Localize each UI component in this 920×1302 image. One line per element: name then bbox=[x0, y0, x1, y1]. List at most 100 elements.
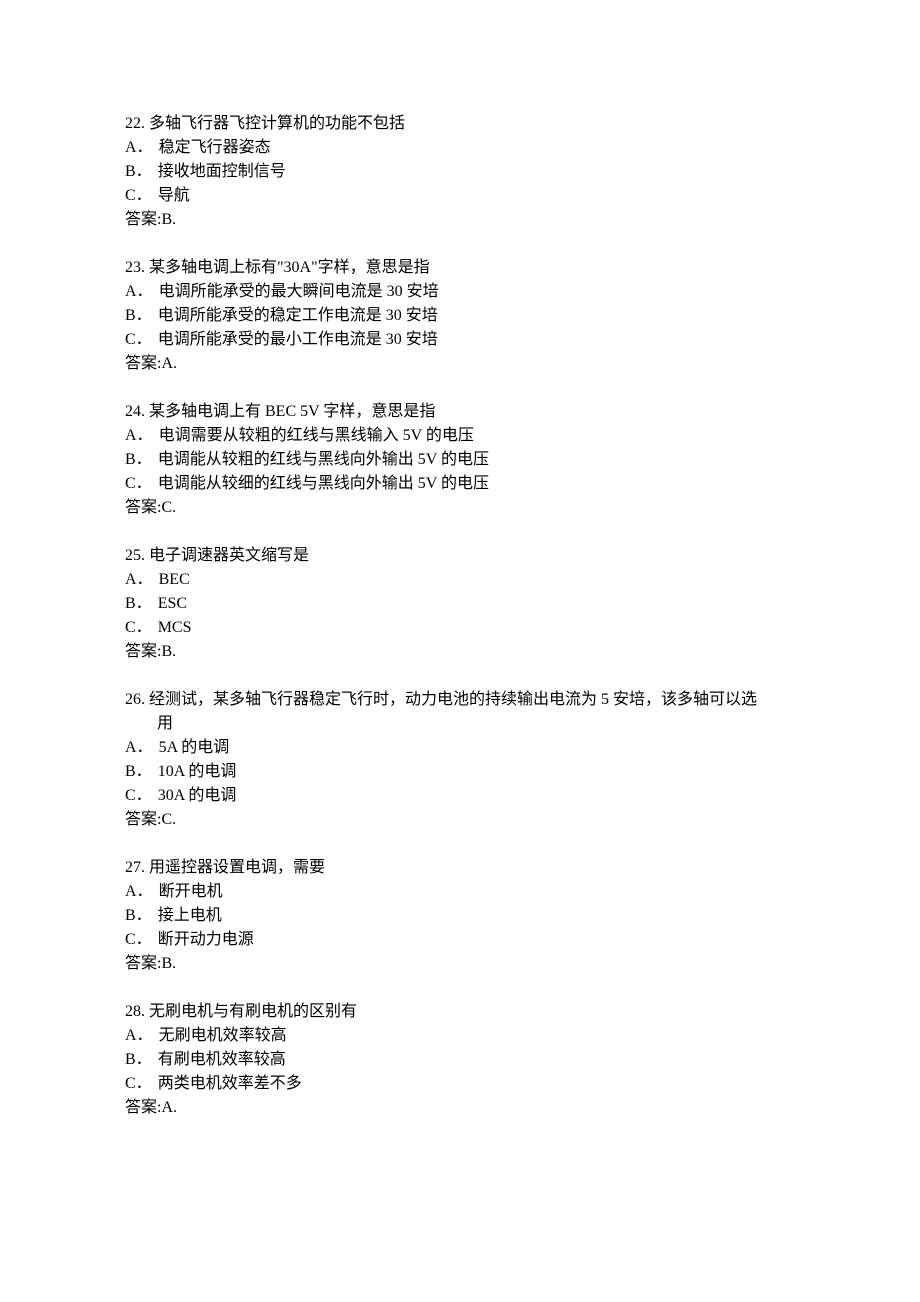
question-stem: 多轴飞行器飞控计算机的功能不包括 bbox=[149, 112, 405, 136]
option-letter: A． bbox=[125, 880, 153, 904]
option-letter: A． bbox=[125, 136, 153, 160]
question-number: 26. bbox=[125, 688, 145, 712]
option-line: A．5A 的电调 bbox=[125, 736, 795, 760]
question-stem-line: 27. 用遥控器设置电调，需要 bbox=[125, 856, 795, 880]
question-block: 27. 用遥控器设置电调，需要 A．断开电机 B．接上电机 C．断开动力电源 答… bbox=[125, 856, 795, 976]
document-page: 22. 多轴飞行器飞控计算机的功能不包括 A．稳定飞行器姿态 B．接收地面控制信… bbox=[0, 0, 920, 1204]
option-letter: C． bbox=[125, 616, 152, 640]
option-line: A．无刷电机效率较高 bbox=[125, 1024, 795, 1048]
option-line: C．30A 的电调 bbox=[125, 784, 795, 808]
question-stem-line: 28. 无刷电机与有刷电机的区别有 bbox=[125, 1000, 795, 1024]
option-letter: A． bbox=[125, 280, 153, 304]
question-stem: 某多轴电调上有 BEC 5V 字样，意思是指 bbox=[149, 400, 435, 424]
question-block: 25. 电子调速器英文缩写是 A．BEC B．ESC C．MCS 答案:B. bbox=[125, 544, 795, 664]
option-letter: C． bbox=[125, 472, 152, 496]
option-letter: C． bbox=[125, 328, 152, 352]
option-text: BEC bbox=[159, 568, 190, 592]
question-block: 23. 某多轴电调上标有"30A"字样，意思是指 A．电调所能承受的最大瞬间电流… bbox=[125, 256, 795, 376]
option-letter: B． bbox=[125, 448, 152, 472]
option-text: 稳定飞行器姿态 bbox=[159, 136, 271, 160]
option-letter: C． bbox=[125, 1072, 152, 1096]
answer-line: 答案:B. bbox=[125, 952, 795, 976]
option-line: A．电调需要从较粗的红线与黑线输入 5V 的电压 bbox=[125, 424, 795, 448]
option-line: C．断开动力电源 bbox=[125, 928, 795, 952]
option-letter: B． bbox=[125, 592, 152, 616]
option-letter: B． bbox=[125, 1048, 152, 1072]
option-letter: C． bbox=[125, 784, 152, 808]
question-number: 23. bbox=[125, 256, 145, 280]
option-text: ESC bbox=[158, 592, 187, 616]
question-stem-line: 24. 某多轴电调上有 BEC 5V 字样，意思是指 bbox=[125, 400, 795, 424]
question-stem: 用遥控器设置电调，需要 bbox=[149, 856, 325, 880]
question-block: 26. 经测试，某多轴飞行器稳定飞行时，动力电池的持续输出电流为 5 安培，该多… bbox=[125, 688, 795, 832]
option-text: 电调所能承受的最小工作电流是 30 安培 bbox=[158, 328, 438, 352]
option-line: C．两类电机效率差不多 bbox=[125, 1072, 795, 1096]
option-text: 接上电机 bbox=[158, 904, 222, 928]
question-block: 28. 无刷电机与有刷电机的区别有 A．无刷电机效率较高 B．有刷电机效率较高 … bbox=[125, 1000, 795, 1120]
answer-line: 答案:B. bbox=[125, 208, 795, 232]
option-text: 断开动力电源 bbox=[158, 928, 254, 952]
option-line: B．接上电机 bbox=[125, 904, 795, 928]
option-line: A．电调所能承受的最大瞬间电流是 30 安培 bbox=[125, 280, 795, 304]
option-line: C．MCS bbox=[125, 616, 795, 640]
question-number: 25. bbox=[125, 544, 145, 568]
option-text: 电调能从较粗的红线与黑线向外输出 5V 的电压 bbox=[158, 448, 489, 472]
option-text: 电调所能承受的最大瞬间电流是 30 安培 bbox=[159, 280, 439, 304]
option-letter: A． bbox=[125, 736, 153, 760]
option-text: 接收地面控制信号 bbox=[158, 160, 286, 184]
option-letter: B． bbox=[125, 160, 152, 184]
option-text: MCS bbox=[158, 616, 192, 640]
question-stem-line: 23. 某多轴电调上标有"30A"字样，意思是指 bbox=[125, 256, 795, 280]
question-stem: 某多轴电调上标有"30A"字样，意思是指 bbox=[149, 256, 430, 280]
question-stem-line: 25. 电子调速器英文缩写是 bbox=[125, 544, 795, 568]
question-number: 28. bbox=[125, 1000, 145, 1024]
option-line: A．BEC bbox=[125, 568, 795, 592]
option-letter: A． bbox=[125, 568, 153, 592]
option-text: 10A 的电调 bbox=[158, 760, 237, 784]
option-text: 两类电机效率差不多 bbox=[158, 1072, 302, 1096]
option-line: B．有刷电机效率较高 bbox=[125, 1048, 795, 1072]
option-line: A．断开电机 bbox=[125, 880, 795, 904]
answer-line: 答案:A. bbox=[125, 352, 795, 376]
option-letter: C． bbox=[125, 928, 152, 952]
question-stem: 电子调速器英文缩写是 bbox=[149, 544, 309, 568]
question-stem-continuation: 用 bbox=[157, 712, 795, 736]
question-block: 24. 某多轴电调上有 BEC 5V 字样，意思是指 A．电调需要从较粗的红线与… bbox=[125, 400, 795, 520]
option-text: 电调需要从较粗的红线与黑线输入 5V 的电压 bbox=[159, 424, 474, 448]
option-text: 导航 bbox=[158, 184, 190, 208]
option-text: 30A 的电调 bbox=[158, 784, 237, 808]
answer-line: 答案:C. bbox=[125, 496, 795, 520]
option-letter: A． bbox=[125, 1024, 153, 1048]
answer-line: 答案:C. bbox=[125, 808, 795, 832]
option-line: B．电调所能承受的稳定工作电流是 30 安培 bbox=[125, 304, 795, 328]
option-line: C．导航 bbox=[125, 184, 795, 208]
option-text: 无刷电机效率较高 bbox=[159, 1024, 287, 1048]
option-line: B．电调能从较粗的红线与黑线向外输出 5V 的电压 bbox=[125, 448, 795, 472]
option-text: 电调能从较细的红线与黑线向外输出 5V 的电压 bbox=[158, 472, 489, 496]
option-letter: A． bbox=[125, 424, 153, 448]
option-line: B．10A 的电调 bbox=[125, 760, 795, 784]
question-number: 27. bbox=[125, 856, 145, 880]
option-line: C．电调能从较细的红线与黑线向外输出 5V 的电压 bbox=[125, 472, 795, 496]
question-number: 22. bbox=[125, 112, 145, 136]
question-stem-line: 22. 多轴飞行器飞控计算机的功能不包括 bbox=[125, 112, 795, 136]
option-text: 5A 的电调 bbox=[159, 736, 230, 760]
answer-line: 答案:A. bbox=[125, 1096, 795, 1120]
option-letter: B． bbox=[125, 760, 152, 784]
answer-line: 答案:B. bbox=[125, 640, 795, 664]
question-stem-line: 26. 经测试，某多轴飞行器稳定飞行时，动力电池的持续输出电流为 5 安培，该多… bbox=[125, 688, 795, 712]
question-stem: 无刷电机与有刷电机的区别有 bbox=[149, 1000, 357, 1024]
option-line: C．电调所能承受的最小工作电流是 30 安培 bbox=[125, 328, 795, 352]
option-text: 断开电机 bbox=[159, 880, 223, 904]
option-letter: B． bbox=[125, 304, 152, 328]
option-line: B．接收地面控制信号 bbox=[125, 160, 795, 184]
question-stem: 经测试，某多轴飞行器稳定飞行时，动力电池的持续输出电流为 5 安培，该多轴可以选 bbox=[149, 688, 757, 712]
question-number: 24. bbox=[125, 400, 145, 424]
question-block: 22. 多轴飞行器飞控计算机的功能不包括 A．稳定飞行器姿态 B．接收地面控制信… bbox=[125, 112, 795, 232]
option-line: A．稳定飞行器姿态 bbox=[125, 136, 795, 160]
option-text: 有刷电机效率较高 bbox=[158, 1048, 286, 1072]
option-text: 电调所能承受的稳定工作电流是 30 安培 bbox=[158, 304, 438, 328]
option-letter: C． bbox=[125, 184, 152, 208]
option-letter: B． bbox=[125, 904, 152, 928]
option-line: B．ESC bbox=[125, 592, 795, 616]
